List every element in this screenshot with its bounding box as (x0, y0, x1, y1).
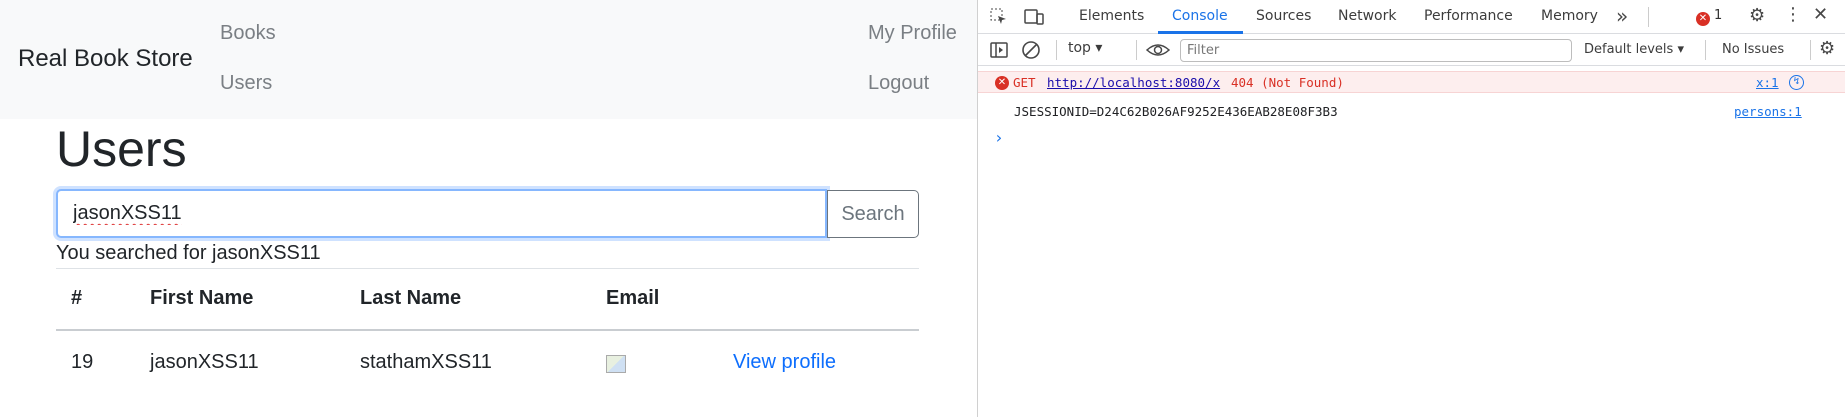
device-toolbar-icon[interactable] (1024, 8, 1044, 30)
live-expression-eye-icon[interactable] (1145, 41, 1171, 63)
log-method: GET (1013, 75, 1036, 90)
log-source-link[interactable]: persons:1 (1734, 104, 1802, 119)
log-status: 404 (Not Found) (1231, 75, 1344, 90)
column-header-last-name: Last Name (360, 287, 462, 309)
tab-performance[interactable]: Performance (1424, 8, 1513, 24)
console-log-message: JSESSIONID=D24C62B026AF9252E436EAB28E08F… (978, 101, 1845, 121)
log-url-link[interactable]: http://localhost:8080/x (1047, 75, 1220, 90)
chevron-down-icon: ▾ (1677, 42, 1684, 57)
tab-elements[interactable]: Elements (1079, 8, 1144, 24)
network-request-icon[interactable]: ↯ (1789, 75, 1804, 90)
error-icon: ✕ (995, 76, 1009, 90)
error-count: 1 (1714, 8, 1723, 23)
table-header-row: # First Name Last Name Email (56, 268, 919, 329)
filter-input[interactable] (1180, 39, 1572, 62)
issues-button[interactable]: No Issues (1722, 42, 1784, 57)
cell-id: 19 (71, 351, 94, 373)
context-value: top (1068, 40, 1091, 56)
close-icon[interactable]: ✕ (1813, 6, 1828, 24)
tab-console[interactable]: Console (1172, 8, 1228, 24)
divider (1705, 40, 1706, 60)
nav-link-users[interactable]: Users (220, 72, 272, 95)
column-header-id: # (71, 287, 83, 309)
cell-last-name: stathamXSS11 (360, 351, 492, 373)
error-icon: ✕ (1696, 12, 1710, 26)
nav-link-books[interactable]: Books (220, 22, 276, 45)
nav-link-logout[interactable]: Logout (868, 72, 929, 95)
column-header-first-name: First Name (150, 287, 254, 309)
error-count-badge[interactable]: ✕ 1 (1696, 8, 1722, 26)
inspect-element-icon[interactable] (990, 8, 1008, 30)
context-select[interactable]: top ▾ (1068, 40, 1102, 56)
column-header-email: Email (606, 287, 660, 309)
search-result-text: You searched for jasonXSS11 (56, 242, 321, 264)
console-settings-gear-icon[interactable]: ⚙ (1819, 40, 1835, 58)
console-prompt-chevron-icon[interactable]: › (994, 128, 1004, 147)
tab-network[interactable]: Network (1338, 8, 1396, 24)
tab-memory[interactable]: Memory (1541, 8, 1598, 24)
table-row: 19 jasonXSS11 stathamXSS11 View profile (56, 329, 919, 392)
cell-first-name: jasonXSS11 (150, 351, 259, 373)
divider (1648, 7, 1649, 27)
divider (1056, 40, 1057, 60)
divider (1136, 40, 1137, 60)
tab-sources[interactable]: Sources (1256, 8, 1311, 24)
sidebar-toggle-icon[interactable] (990, 41, 1008, 63)
divider (1810, 40, 1811, 60)
users-table: # First Name Last Name Email 19 jasonXSS… (56, 268, 919, 392)
log-levels-label: Default levels (1584, 42, 1674, 57)
devtools-pane: Elements Console Sources Network Perform… (977, 0, 1845, 417)
cell-email (606, 351, 626, 373)
settings-gear-icon[interactable]: ⚙ (1749, 7, 1765, 25)
more-tabs-icon[interactable]: » (1616, 6, 1628, 26)
kebab-menu-icon[interactable]: ⋮ (1784, 6, 1802, 24)
brand-logo-text[interactable]: Real Book Store (18, 45, 193, 73)
nav-link-my-profile[interactable]: My Profile (868, 22, 957, 45)
devtools-tab-bar: Elements Console Sources Network Perform… (978, 0, 1845, 34)
search-button[interactable]: Search (827, 190, 919, 238)
broken-image-icon (606, 355, 626, 373)
view-profile-link[interactable]: View profile (733, 351, 836, 374)
app-pane: Real Book Store Books Users My Profile L… (0, 0, 977, 417)
search-input[interactable] (56, 189, 827, 238)
clear-console-icon[interactable] (1021, 40, 1041, 64)
log-text: JSESSIONID=D24C62B026AF9252E436EAB28E08F… (1014, 104, 1338, 119)
console-error-message: ✕ GET http://localhost:8080/x 404 (Not F… (978, 71, 1845, 93)
navbar: Real Book Store Books Users My Profile L… (0, 0, 977, 119)
log-levels-dropdown[interactable]: Default levels ▾ (1584, 42, 1684, 57)
console-toolbar: top ▾ Default levels ▾ No Issues ⚙ (978, 34, 1845, 66)
page-title: Users (56, 121, 187, 177)
log-source-link[interactable]: x:1 (1756, 75, 1779, 90)
chevron-down-icon: ▾ (1095, 40, 1103, 56)
